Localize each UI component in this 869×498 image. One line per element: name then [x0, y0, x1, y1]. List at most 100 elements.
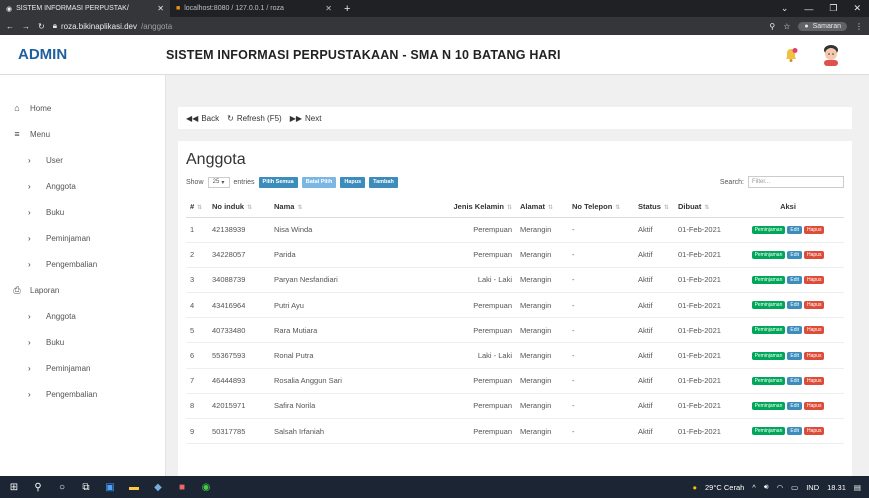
- column-header[interactable]: No induk ⇅: [208, 197, 270, 218]
- cortana-icon[interactable]: ○: [56, 481, 68, 493]
- app-icon[interactable]: ▣: [104, 481, 116, 493]
- edit-button[interactable]: Edit: [787, 225, 802, 234]
- more-menu-icon[interactable]: ⋮: [855, 22, 863, 31]
- avatar[interactable]: [821, 44, 841, 66]
- back-button[interactable]: ◀◀ Back: [186, 114, 219, 123]
- file-explorer-icon[interactable]: ▬: [128, 481, 140, 493]
- sidebar-item-anggota[interactable]: › Anggota: [0, 173, 165, 199]
- entries-select[interactable]: 25 ▾: [207, 176, 230, 188]
- windows-start-icon[interactable]: ⊞: [8, 481, 20, 493]
- delete-button[interactable]: Hapus: [803, 376, 825, 385]
- weather-text[interactable]: 29°C Cerah: [705, 483, 744, 492]
- tab-sistem-informasi[interactable]: ◉ SISTEM INFORMASI PERPUSTAK/ ✕: [0, 0, 170, 17]
- column-header[interactable]: Nama ⇅: [270, 197, 440, 218]
- table-row[interactable]: 3 34088739 Paryan Nesfandiari Laki - Laki Me…: [186, 267, 844, 294]
- column-header[interactable]: Alamat ⇅: [516, 197, 568, 218]
- delete-button[interactable]: Hapus: [803, 250, 825, 259]
- profile-button[interactable]: ● Samaran: [798, 21, 847, 31]
- forward-arrow-icon[interactable]: →: [22, 22, 30, 31]
- edit-button[interactable]: Edit: [787, 326, 802, 335]
- borrow-button[interactable]: Peminjaman: [751, 326, 786, 335]
- task-view-icon[interactable]: ⧉: [80, 481, 92, 493]
- sidebar-item-user[interactable]: › User: [0, 147, 165, 173]
- table-row[interactable]: 4 43416964 Putri Ayu Perempuan Merangin - Akti…: [186, 292, 844, 319]
- close-icon[interactable]: ✕: [157, 4, 164, 13]
- sidebar-item-buku[interactable]: › Buku: [0, 199, 165, 225]
- delete-button[interactable]: Hapus: [803, 351, 825, 360]
- borrow-button[interactable]: Peminjaman: [751, 376, 786, 385]
- borrow-button[interactable]: Peminjaman: [751, 351, 786, 360]
- table-row[interactable]: 9 50317785 Salsah Irfaniah Perempuan Merangi…: [186, 418, 844, 445]
- sidebar-item-peminjaman[interactable]: › Peminjaman: [0, 225, 165, 251]
- column-header[interactable]: Dibuat ⇅: [674, 197, 732, 218]
- minimize-icon[interactable]: —: [804, 4, 813, 14]
- edit-button[interactable]: Edit: [787, 427, 802, 436]
- edit-button[interactable]: Edit: [787, 301, 802, 310]
- restore-icon[interactable]: ❐: [829, 3, 837, 14]
- sidebar-item-buku[interactable]: › Buku: [0, 329, 165, 355]
- bell-icon[interactable]: [783, 47, 799, 63]
- reload-icon[interactable]: ↻: [38, 22, 45, 31]
- search-input[interactable]: Filter...: [748, 176, 844, 188]
- sidebar-item-anggota[interactable]: › Anggota: [0, 303, 165, 329]
- refresh-button[interactable]: ↻ Refresh (F5): [227, 114, 282, 123]
- network-icon[interactable]: ◠: [777, 483, 784, 492]
- table-row[interactable]: 2 34228057 Parida Perempuan Merangin - Aktif 01…: [186, 242, 844, 268]
- delete-button[interactable]: Hapus: [803, 275, 825, 284]
- battery-icon[interactable]: ▭: [791, 483, 798, 492]
- back-arrow-icon[interactable]: ←: [6, 22, 14, 31]
- delete-button[interactable]: Hapus: [803, 427, 825, 436]
- edit-button[interactable]: Edit: [787, 376, 802, 385]
- borrow-button[interactable]: Peminjaman: [751, 225, 786, 234]
- notification-icon[interactable]: ▤: [854, 483, 861, 492]
- table-row[interactable]: 7 46444893 Rosalia Anggun Sari Perempuan Mer…: [186, 368, 844, 394]
- delete-button[interactable]: Hapus: [803, 301, 825, 310]
- delete-selected-button[interactable]: Hapus: [340, 176, 366, 188]
- table-row[interactable]: 8 42015971 Safira Norila Perempuan Merangin -…: [186, 393, 844, 420]
- edit-button[interactable]: Edit: [787, 250, 802, 259]
- borrow-button[interactable]: Peminjaman: [751, 301, 786, 310]
- edit-button[interactable]: Edit: [787, 351, 802, 360]
- next-button[interactable]: ▶▶ Next: [290, 114, 322, 123]
- url-field[interactable]: 🔒︎ roza.bikinaplikasi.dev/anggota: [53, 21, 172, 31]
- borrow-button[interactable]: Peminjaman: [751, 427, 786, 436]
- delete-button[interactable]: Hapus: [803, 326, 825, 335]
- search-icon[interactable]: ⚲: [32, 481, 44, 493]
- zoom-icon[interactable]: ⚲: [769, 22, 775, 31]
- sidebar-item-pengembalian[interactable]: › Pengembalian: [0, 251, 165, 277]
- close-icon[interactable]: ✕: [325, 4, 332, 13]
- chevron-down-icon[interactable]: ⌄: [781, 3, 789, 14]
- sidebar-item-peminjaman[interactable]: › Peminjaman: [0, 355, 165, 381]
- edit-button[interactable]: Edit: [787, 401, 802, 410]
- table-row[interactable]: 6 55367593 Ronal Putra Laki - Laki Merangin -…: [186, 342, 844, 369]
- language-indicator[interactable]: IND: [806, 483, 819, 492]
- star-icon[interactable]: ☆: [783, 22, 790, 31]
- table-row[interactable]: 5 40733480 Rara Mutiara Perempuan Merangin - A…: [186, 317, 844, 344]
- app-icon[interactable]: ◆: [152, 481, 164, 493]
- clock[interactable]: 18.31: [827, 483, 846, 492]
- borrow-button[interactable]: Peminjaman: [751, 250, 786, 259]
- sidebar-item-pengembalian[interactable]: › Pengembalian: [0, 381, 165, 407]
- borrow-button[interactable]: Peminjaman: [751, 401, 786, 410]
- column-header[interactable]: Aksi: [732, 197, 844, 218]
- add-button[interactable]: Tambah: [369, 176, 398, 188]
- sidebar-item-laporan[interactable]: ⎙ Laporan: [0, 277, 165, 303]
- column-header[interactable]: Status ⇅: [634, 197, 674, 218]
- table-row[interactable]: 1 42138939 Nisa Winda Perempuan Merangin - Akt…: [186, 217, 844, 243]
- tab-phpmyadmin[interactable]: ■ localhost:8080 / 127.0.0.1 / roza ✕: [170, 0, 338, 17]
- volume-icon[interactable]: 🔊︎: [764, 482, 769, 492]
- app-icon[interactable]: ■: [176, 481, 188, 493]
- delete-button[interactable]: Hapus: [803, 225, 825, 234]
- sidebar-item-home[interactable]: ⌂ Home: [0, 95, 165, 121]
- brand-logo[interactable]: ADMIN: [0, 46, 166, 63]
- close-window-icon[interactable]: ✕: [853, 3, 861, 14]
- edit-button[interactable]: Edit: [787, 275, 802, 284]
- chrome-icon[interactable]: ◉: [200, 481, 212, 493]
- tray-chevron-icon[interactable]: ^: [752, 483, 756, 492]
- select-all-button[interactable]: Pilih Semua: [258, 176, 298, 188]
- column-header[interactable]: # ⇅: [186, 197, 208, 218]
- column-header[interactable]: Jenis Kelamin ⇅: [440, 197, 516, 218]
- delete-button[interactable]: Hapus: [803, 401, 825, 410]
- sidebar-item-menu[interactable]: ≡ Menu: [0, 121, 165, 147]
- new-tab-icon[interactable]: +: [338, 0, 356, 17]
